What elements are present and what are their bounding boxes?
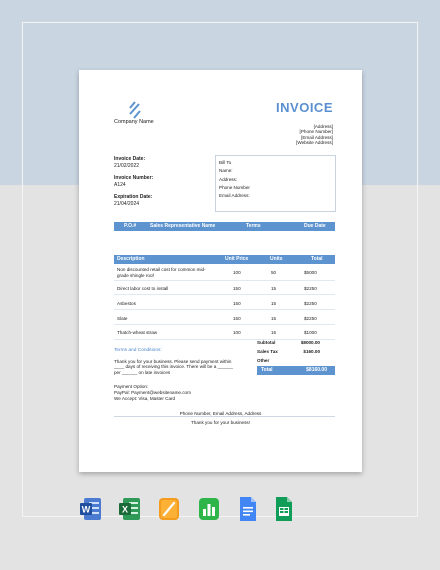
item-unit-price: 150 [233, 301, 241, 306]
excel-icon[interactable]: X [119, 496, 141, 523]
table-row: Thatch-wheat straw 100 15 $1000 [114, 326, 335, 340]
total-bar: Total $8160.00 [257, 366, 335, 375]
item-total: $1000 [304, 330, 317, 335]
table-row: Direct labor cost to install 150 15 $225… [114, 282, 335, 295]
bill-to-address: Address: [219, 176, 238, 182]
payment-options: Payment Option: PayPal: Payment@websiten… [114, 384, 191, 402]
invoice-meta: Invoice Date: 21/02/2022 Invoice Number:… [114, 156, 153, 207]
description-header: Description [117, 256, 145, 262]
item-total: $2250 [304, 316, 317, 321]
table-row: Slate 150 15 $2250 [114, 311, 335, 325]
item-description: Slate [117, 316, 128, 321]
item-description: Asbestos [117, 301, 136, 306]
company-logo-icon [129, 101, 141, 119]
svg-text:W: W [82, 505, 91, 515]
bill-to-heading: Bill To [219, 160, 232, 165]
company-address-block: [Address] [Phone Number] [Email Address]… [296, 124, 333, 146]
item-units: 15 [271, 286, 277, 291]
svg-text:X: X [122, 505, 128, 515]
item-description-cont: grade shingle roof [117, 273, 154, 278]
terms-heading: Terms and Conditions: [114, 348, 162, 353]
table-row: Non discounted retail cost for common mi… [114, 266, 335, 281]
unit-price-header: Unit Price [225, 256, 249, 262]
item-description: Thatch-wheat straw [117, 330, 158, 335]
item-total: $2250 [304, 301, 317, 306]
bill-to-name: Name: [219, 168, 233, 174]
sales-rep-header: Sales Representative Name [150, 223, 216, 229]
other-label: Other [257, 358, 270, 363]
invoice-title: INVOICE [276, 100, 333, 115]
subtotal-label: Subtotal [257, 340, 276, 345]
google-sheets-icon[interactable] [273, 496, 295, 523]
word-icon[interactable]: W [80, 496, 102, 523]
bill-to-phone: Phone Number [219, 184, 250, 190]
google-docs-icon[interactable] [237, 496, 259, 523]
due-date-header: Due Date [304, 223, 326, 229]
pages-icon[interactable] [158, 496, 180, 523]
numbers-icon[interactable] [198, 496, 220, 523]
sales-tax-label: Sales Tax [257, 349, 278, 354]
item-description: Non discounted retail cost for common mi… [117, 267, 206, 272]
item-description: Direct labor cost to install [117, 286, 169, 291]
payment-accepted: We Accept: Visa, Master Card [114, 396, 176, 401]
footer-thanks: Thank you for your business! [191, 420, 250, 425]
item-units: 50 [271, 270, 277, 275]
terms-line: per ______ on late invoices [114, 369, 171, 375]
expiration-date-label: Expiration Date: [114, 194, 153, 200]
invoice-number: A124 [114, 181, 126, 188]
total-label: Total [261, 367, 273, 373]
units-header: Units [270, 256, 283, 262]
item-unit-price: 100 [233, 330, 241, 335]
expiration-date: 21/04/2024 [114, 200, 140, 207]
item-unit-price: 150 [233, 286, 241, 291]
terms-body: Thank you for your business. Please send… [114, 359, 233, 375]
footer-divider [114, 416, 335, 417]
item-units: 15 [271, 316, 277, 321]
table-row: Asbestos 150 15 $2250 [114, 296, 335, 310]
bill-to-box: Bill To Name: Address: Phone Number Emai… [215, 155, 336, 212]
subtotal-value: $8000.00 [300, 340, 320, 345]
address-line: [Website Address] [296, 140, 333, 146]
item-total: $5000 [304, 270, 317, 275]
item-units: 15 [271, 330, 277, 335]
item-units: 15 [271, 301, 277, 306]
item-unit-price: 100 [233, 270, 241, 275]
item-unit-price: 150 [233, 316, 241, 321]
item-total: $2250 [304, 286, 317, 291]
po-header-bar: P.O.# Sales Representative Name Terms Du… [114, 222, 335, 231]
items-header-bar: Description Unit Price Units Total [114, 255, 335, 264]
total-value: $8160.00 [306, 367, 327, 373]
company-name: Company Name [114, 119, 154, 125]
total-header: Total [311, 256, 323, 262]
bill-to-email: Email Address: [219, 193, 250, 199]
invoice-date: 21/02/2022 [114, 162, 140, 169]
sales-tax-value: $160.00 [303, 349, 320, 354]
invoice-number-label: Invoice Number: [114, 175, 154, 181]
invoice-page: Company Name INVOICE [Address] [Phone Nu… [79, 70, 362, 472]
po-header: P.O.# [124, 223, 137, 229]
terms-header: Terms [246, 223, 261, 229]
